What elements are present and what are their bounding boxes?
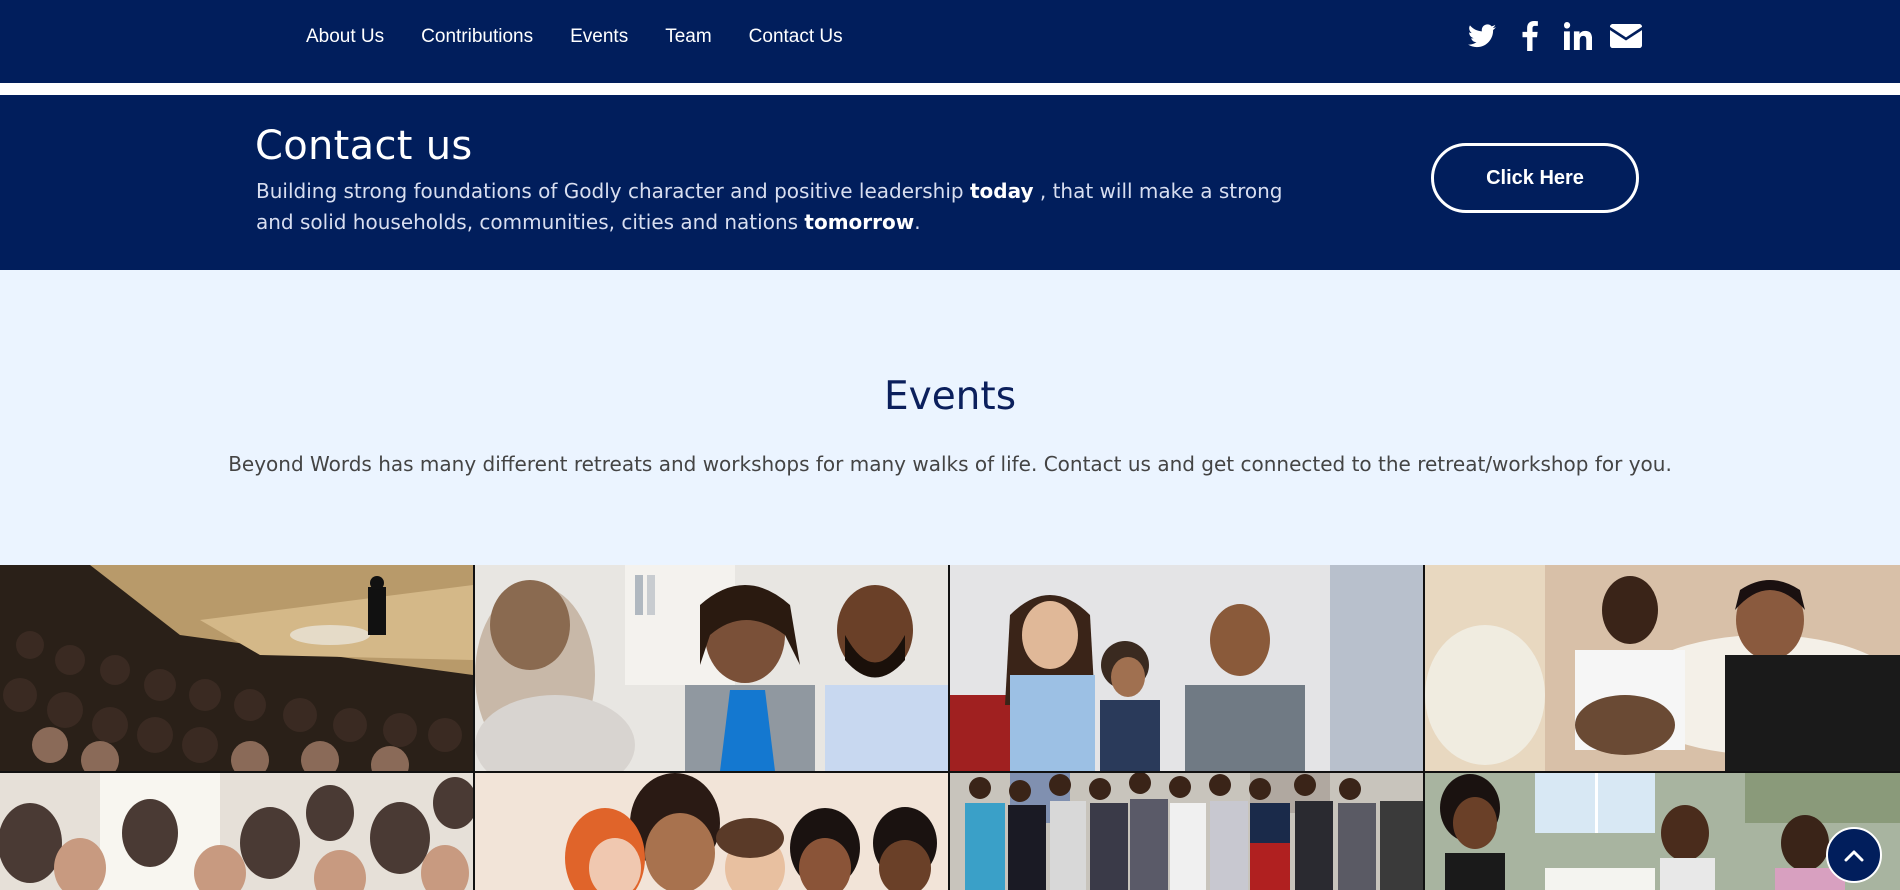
nav-link-events[interactable]: Events [570,22,628,52]
twitter-icon[interactable] [1464,18,1500,54]
men-talking-on-sofa-photo[interactable] [1425,565,1900,771]
click-here-button[interactable]: Click Here [1431,143,1639,213]
nav-link-contributions[interactable]: Contributions [421,22,533,52]
contact-text-tomorrow: tomorrow [804,210,915,234]
contact-description: Building strong foundations of Godly cha… [256,176,1316,238]
events-section: Events Beyond Words has many different r… [0,270,1900,565]
contact-text-part-1: Building strong foundations of Godly cha… [256,179,970,203]
events-description: Beyond Words has many different retreats… [228,452,1672,476]
family-on-couch-photo[interactable] [950,565,1423,771]
top-navbar: About Us Contributions Events Team Conta… [0,0,1900,83]
nav-link-about-us[interactable]: About Us [306,22,384,52]
contact-banner: Contact us Building strong foundations o… [0,95,1900,270]
scroll-to-top-button[interactable] [1826,827,1882,883]
women-and-man-conversation-photo[interactable] [475,565,948,771]
nav-link-contact-us[interactable]: Contact Us [749,22,843,52]
social-links [1452,18,1644,54]
envelope-icon[interactable] [1608,18,1644,54]
chevron-up-icon [1844,850,1864,862]
events-gallery [0,565,1900,890]
events-title: Events [883,374,1017,419]
contact-text-today: today [969,179,1034,203]
youth-group-medals-photo[interactable] [950,773,1423,890]
contact-title: Contact us [255,123,473,169]
nav-links: About Us Contributions Events Team Conta… [306,22,880,52]
facebook-icon[interactable] [1512,18,1548,54]
audience-crowd-photo[interactable] [0,773,473,890]
linkedin-icon[interactable] [1560,18,1596,54]
children-at-table-photo[interactable] [1425,773,1900,890]
nav-link-team[interactable]: Team [665,22,711,52]
friends-laughing-photo[interactable] [475,773,948,890]
arena-speaker-crowd-photo[interactable] [0,565,473,771]
contact-text-end: . [914,210,921,234]
